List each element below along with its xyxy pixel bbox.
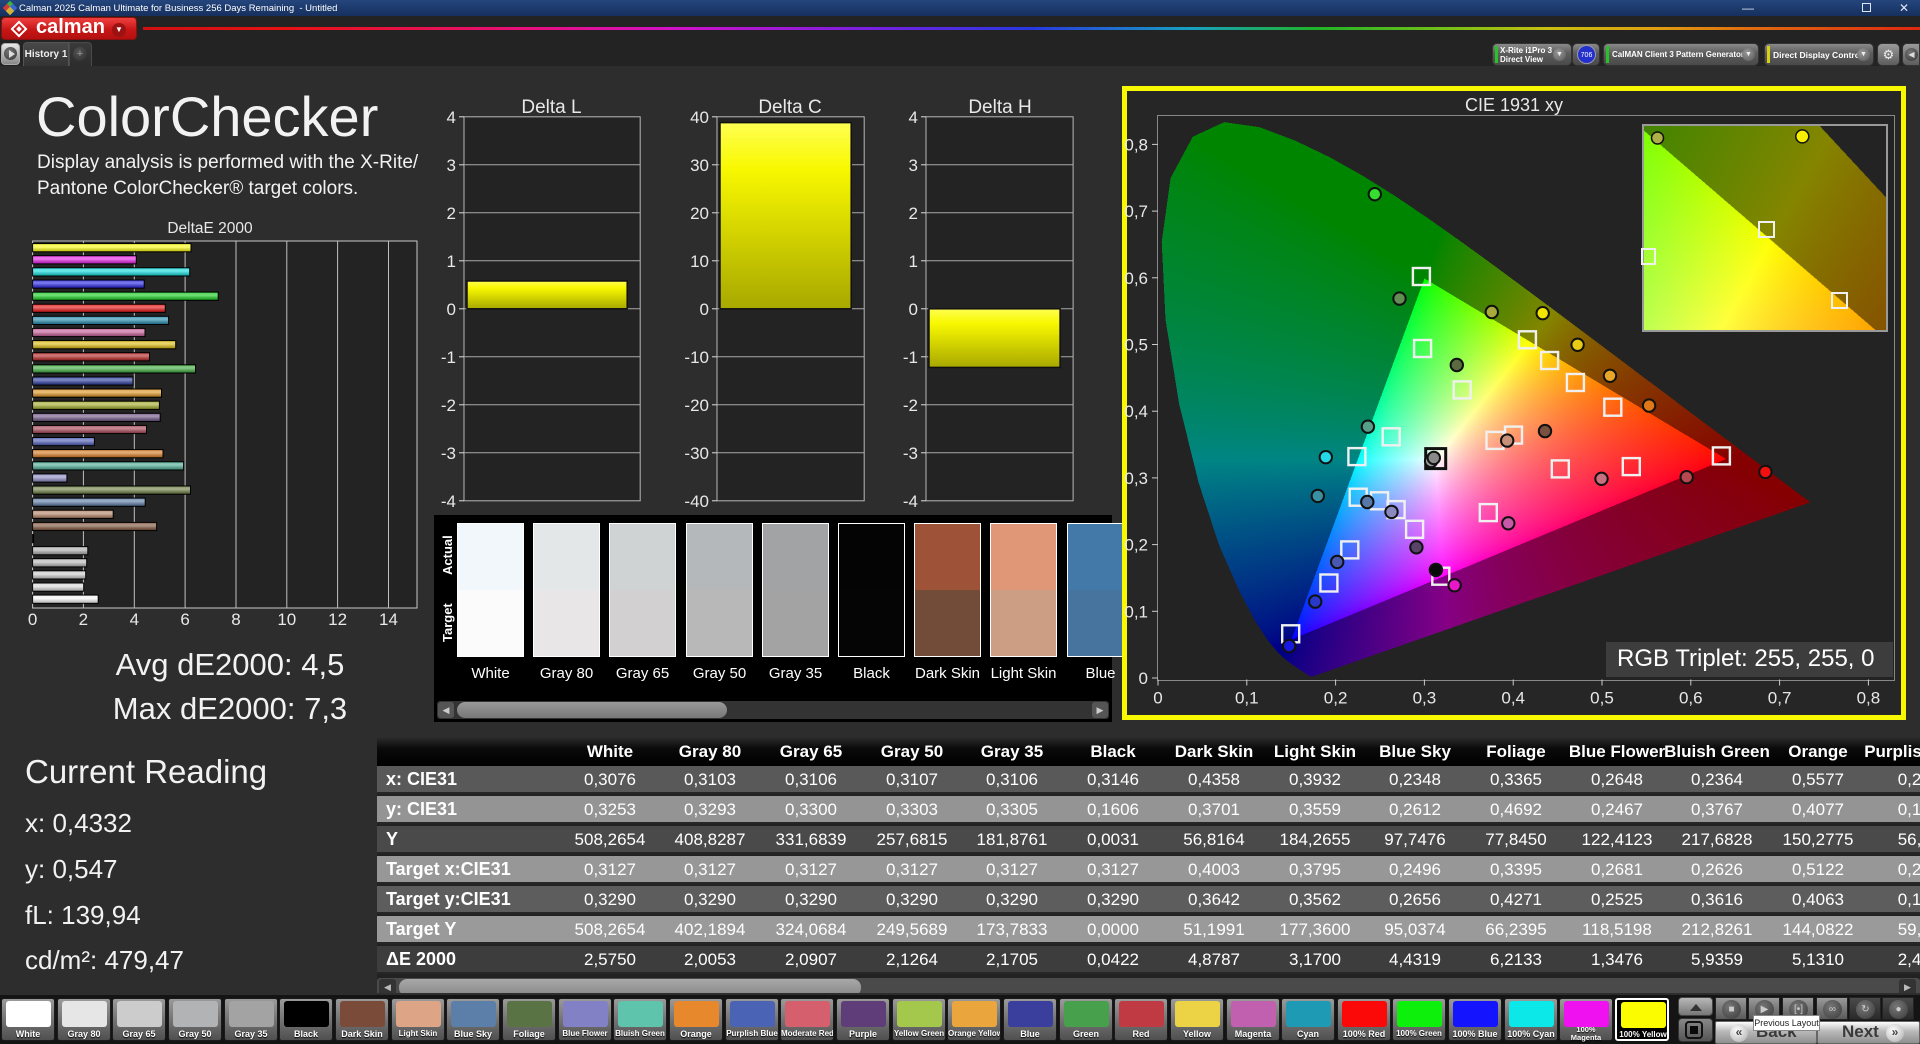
svg-text:3: 3 (446, 156, 455, 175)
svg-text:0: 0 (908, 300, 917, 319)
svg-text:-4: -4 (441, 492, 456, 511)
svg-text:3: 3 (908, 156, 917, 175)
svg-text:6: 6 (180, 610, 189, 629)
svg-text:-2: -2 (903, 396, 918, 415)
svg-text:-4: -4 (903, 492, 918, 511)
svg-text:10: 10 (277, 610, 296, 629)
svg-text:20: 20 (690, 204, 709, 223)
svg-text:0,6: 0,6 (1679, 689, 1703, 708)
svg-text:40: 40 (690, 108, 709, 127)
svg-text:0,4: 0,4 (1124, 402, 1148, 421)
svg-text:8: 8 (231, 610, 240, 629)
svg-text:2: 2 (446, 204, 455, 223)
svg-text:2: 2 (79, 610, 88, 629)
svg-text:0,4: 0,4 (1501, 689, 1525, 708)
svg-text:-10: -10 (684, 348, 709, 367)
svg-text:0,7: 0,7 (1124, 202, 1148, 221)
svg-text:30: 30 (690, 156, 709, 175)
svg-text:0,5: 0,5 (1124, 336, 1148, 355)
svg-text:0: 0 (446, 300, 455, 319)
svg-text:0,8: 0,8 (1857, 689, 1881, 708)
svg-text:0: 0 (28, 610, 37, 629)
svg-text:-3: -3 (903, 444, 918, 463)
svg-text:1: 1 (908, 252, 917, 271)
svg-text:0,2: 0,2 (1124, 536, 1148, 555)
svg-text:0,1: 0,1 (1124, 602, 1148, 621)
svg-text:2: 2 (908, 204, 917, 223)
svg-text:12: 12 (328, 610, 347, 629)
svg-text:0: 0 (699, 300, 708, 319)
svg-text:0,8: 0,8 (1124, 135, 1148, 154)
svg-text:-30: -30 (684, 444, 709, 463)
svg-text:0,5: 0,5 (1590, 689, 1614, 708)
svg-text:4: 4 (908, 108, 917, 127)
svg-text:0,7: 0,7 (1768, 689, 1792, 708)
svg-text:-40: -40 (684, 492, 709, 511)
svg-text:1: 1 (446, 252, 455, 271)
svg-text:0: 0 (1139, 669, 1148, 688)
svg-text:0,6: 0,6 (1124, 269, 1148, 288)
svg-text:0,2: 0,2 (1324, 689, 1348, 708)
svg-text:-1: -1 (903, 348, 918, 367)
svg-text:-3: -3 (441, 444, 456, 463)
svg-text:4: 4 (446, 108, 455, 127)
svg-text:0: 0 (1153, 689, 1162, 708)
svg-text:4: 4 (130, 610, 139, 629)
svg-text:14: 14 (379, 610, 398, 629)
svg-text:0,1: 0,1 (1235, 689, 1259, 708)
svg-text:-1: -1 (441, 348, 456, 367)
svg-text:-20: -20 (684, 396, 709, 415)
svg-text:-2: -2 (441, 396, 456, 415)
svg-text:0,3: 0,3 (1413, 689, 1437, 708)
svg-text:0,3: 0,3 (1124, 469, 1148, 488)
svg-text:10: 10 (690, 252, 709, 271)
